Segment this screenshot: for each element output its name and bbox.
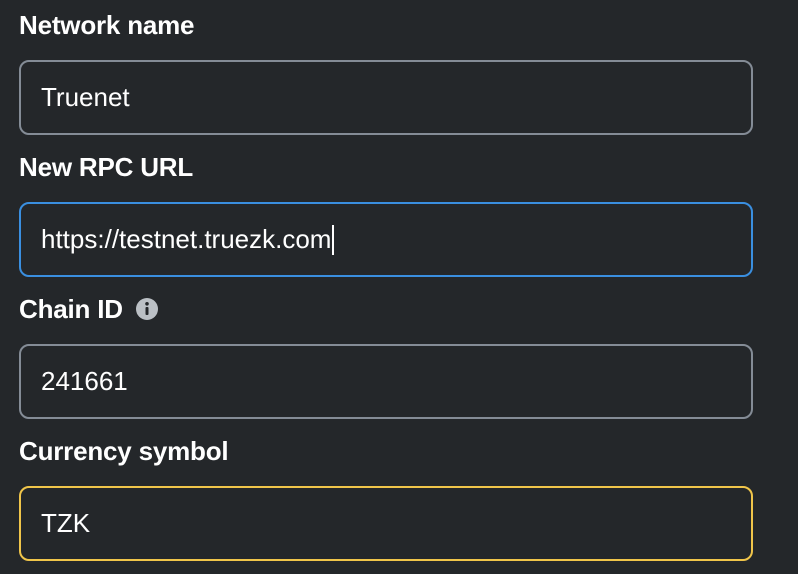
rpc-url-field[interactable]: https://testnet.truezk.com	[19, 202, 753, 277]
network-name-field[interactable]: Truenet	[19, 60, 753, 135]
currency-symbol-label-text: Currency symbol	[19, 436, 229, 466]
chain-id-value[interactable]: 241661	[41, 366, 128, 397]
network-name-label: Network name	[19, 7, 195, 43]
network-name-value[interactable]: Truenet	[41, 82, 130, 113]
chain-id-field[interactable]: 241661	[19, 344, 753, 419]
rpc-url-label: New RPC URL	[19, 149, 193, 185]
chain-id-label-text: Chain ID	[19, 294, 123, 324]
currency-symbol-value[interactable]: TZK	[41, 508, 90, 539]
chain-id-label: Chain ID	[19, 291, 159, 327]
info-icon[interactable]	[135, 297, 159, 321]
rpc-url-value[interactable]: https://testnet.truezk.com	[41, 224, 331, 255]
rpc-url-label-text: New RPC URL	[19, 152, 194, 182]
text-cursor	[332, 224, 335, 255]
add-network-form: Network name Truenet New RPC URL https:/…	[0, 0, 798, 574]
chain-id-value-wrap: 241661	[41, 366, 128, 397]
network-name-label-text: Network name	[19, 10, 195, 40]
currency-symbol-field[interactable]: TZK	[19, 486, 753, 561]
network-name-value-wrap: Truenet	[41, 82, 130, 113]
currency-symbol-value-wrap: TZK	[41, 508, 90, 539]
rpc-url-value-wrap: https://testnet.truezk.com	[41, 224, 335, 255]
currency-symbol-label: Currency symbol	[19, 433, 229, 469]
